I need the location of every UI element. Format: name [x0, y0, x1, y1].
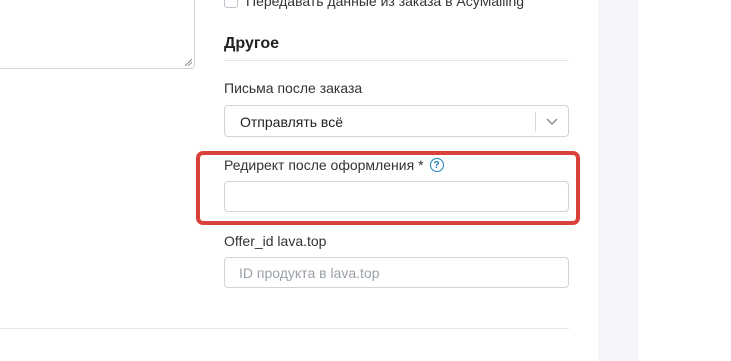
section-divider — [224, 60, 569, 61]
section-title-other: Другое — [224, 35, 279, 52]
offer-id-label: Offer_id lava.top — [224, 233, 327, 249]
redirect-highlight-frame — [196, 151, 580, 225]
acymailing-checkbox-label: Передавать данные из заказа в AcyMailing — [246, 0, 525, 9]
select-separator — [535, 112, 536, 132]
previous-textarea[interactable] — [0, 0, 195, 69]
acymailing-checkbox-row[interactable]: Передавать данные из заказа в AcyMailing — [224, 0, 524, 10]
emails-after-order-value: Отправлять всё — [240, 114, 343, 130]
emails-after-order-label: Письма после заказа — [224, 80, 363, 96]
emails-after-order-select[interactable]: Отправлять всё — [224, 105, 569, 137]
right-gutter — [598, 0, 638, 361]
bottom-divider — [0, 328, 569, 329]
acymailing-checkbox[interactable] — [224, 0, 238, 8]
offer-id-input[interactable] — [224, 257, 569, 288]
chevron-down-icon[interactable] — [544, 115, 560, 129]
resize-grip-icon[interactable] — [184, 58, 192, 66]
